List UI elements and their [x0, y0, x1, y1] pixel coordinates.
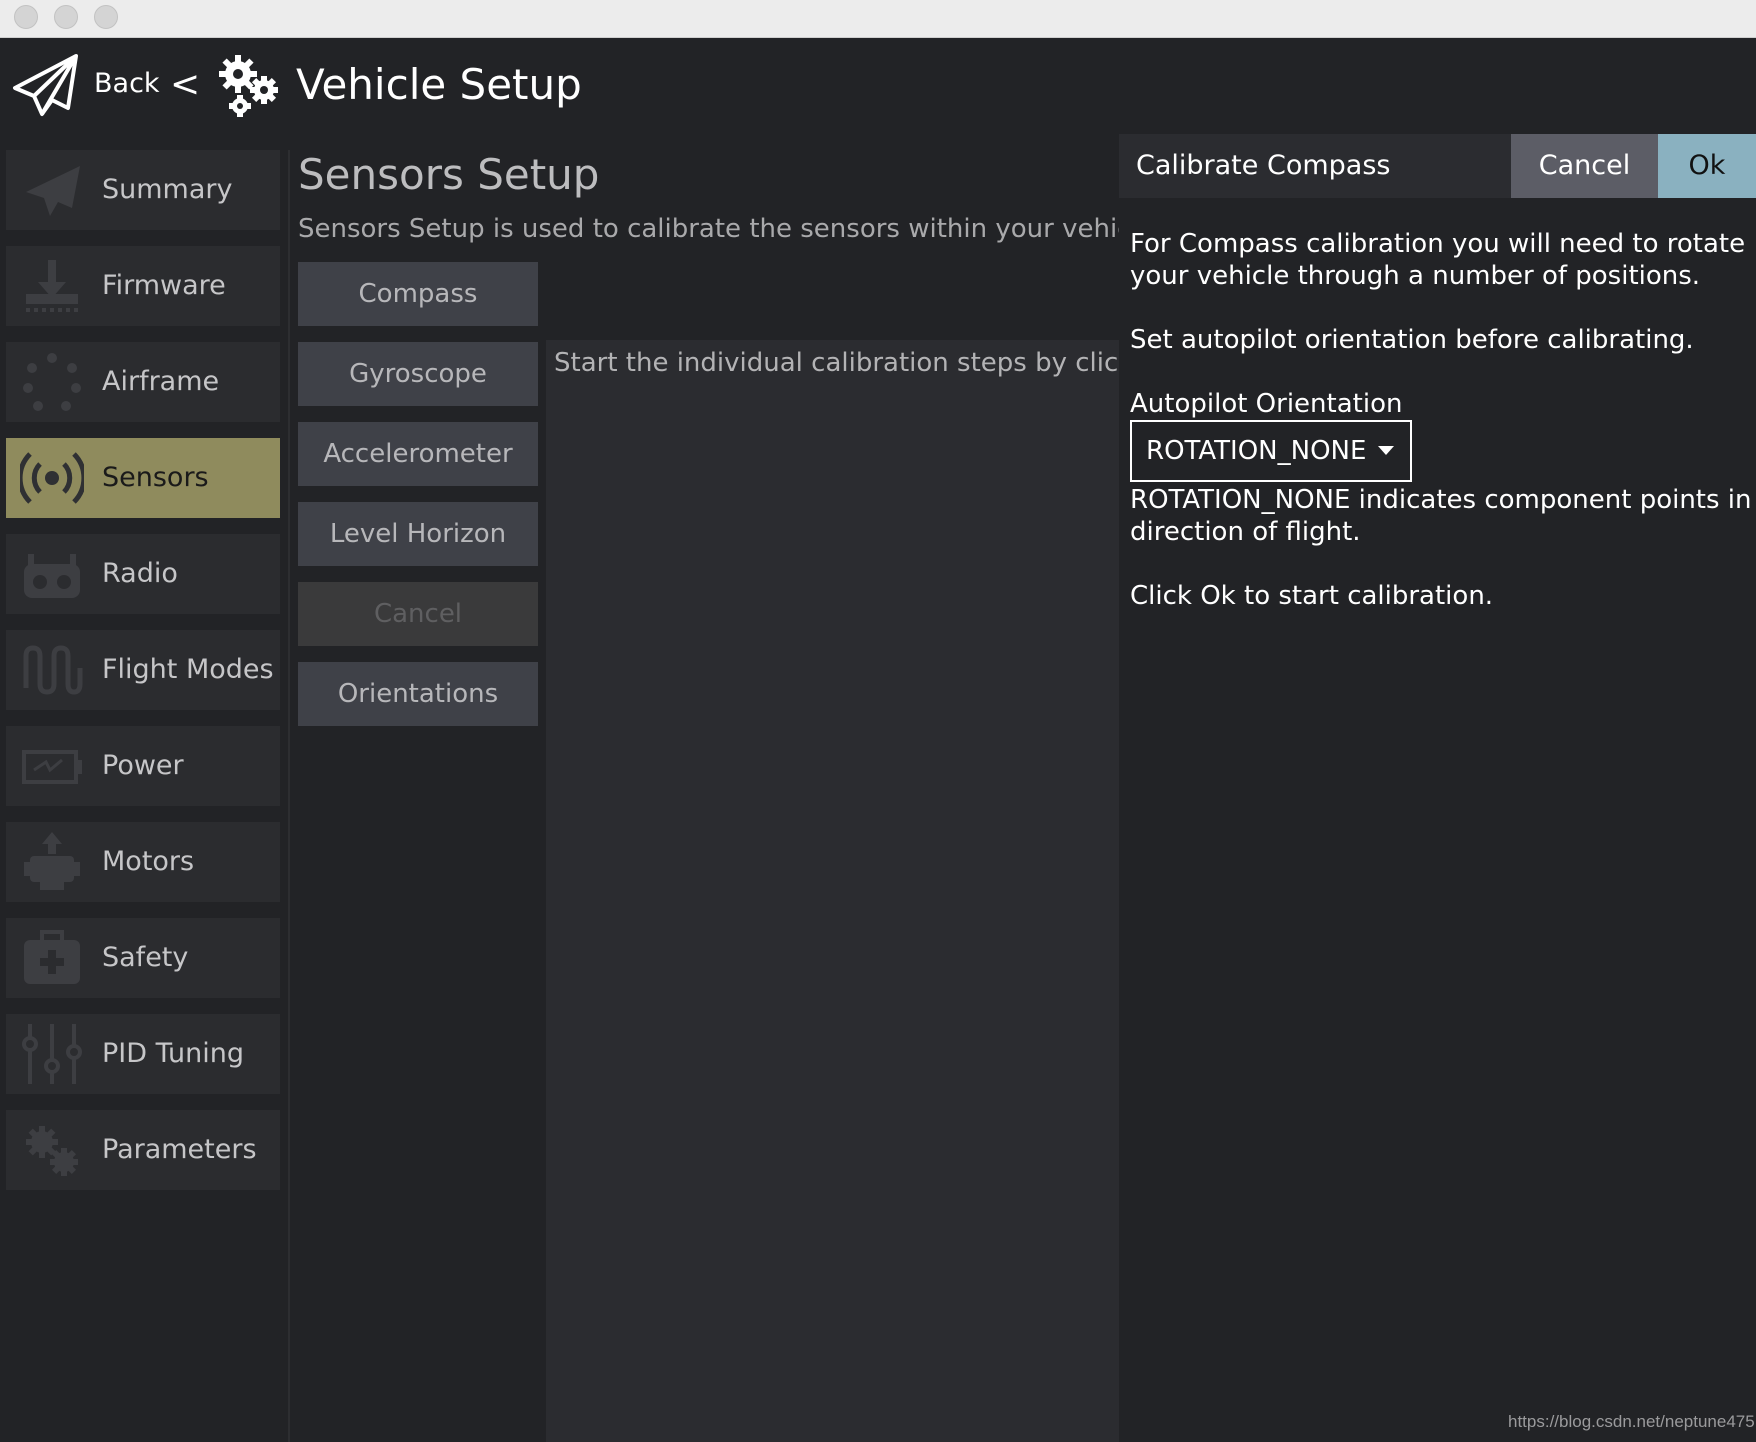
cancel-calibration-button: Cancel	[298, 582, 538, 646]
close-window-button[interactable]	[14, 5, 38, 29]
gyroscope-button[interactable]: Gyroscope	[298, 342, 538, 406]
airframe-icon	[23, 353, 81, 411]
sidebar-item-parameters[interactable]: Parameters	[6, 1110, 280, 1190]
battery-icon	[22, 750, 82, 784]
sidebar-item-label: Motors	[102, 846, 195, 877]
first-aid-icon	[24, 930, 80, 984]
sidebar-item-label: Radio	[102, 558, 178, 589]
compass-button[interactable]: Compass	[298, 262, 538, 326]
dialog-title: Calibrate Compass	[1136, 150, 1391, 181]
section-title: Sensors Setup	[298, 150, 600, 199]
sidebar-item-label: Firmware	[102, 270, 226, 301]
sidebar-item-label: Flight Modes	[102, 654, 274, 685]
sidebar-item-sensors[interactable]: Sensors	[6, 438, 280, 518]
orientation-note-line: direction of flight.	[1130, 517, 1361, 547]
sidebar-item-label: PID Tuning	[102, 1038, 244, 1069]
caret-down-icon	[1378, 446, 1394, 455]
orientation-label: Autopilot Orientation	[1130, 389, 1403, 419]
minimize-window-button[interactable]	[54, 5, 78, 29]
broadcast-icon	[20, 452, 84, 504]
sidebar-item-pid-tuning[interactable]: PID Tuning	[6, 1014, 280, 1094]
sidebar-item-airframe[interactable]: Airframe	[6, 342, 280, 422]
radio-icon	[24, 554, 80, 598]
wave-icon	[23, 645, 83, 695]
calibration-instructions: Start the individual calibration steps b…	[554, 348, 1120, 378]
page-title: Vehicle Setup	[296, 60, 582, 109]
back-button[interactable]: Back	[94, 68, 160, 99]
download-icon	[26, 260, 78, 312]
app-header: Back < Vehicle Setup	[0, 38, 1756, 134]
sidebar-item-power[interactable]: Power	[6, 726, 280, 806]
dialog-instruction-line: For Compass calibration you will need to…	[1130, 229, 1746, 259]
gears-icon	[219, 55, 278, 117]
sidebar-item-label: Parameters	[102, 1134, 257, 1165]
sidebar-divider	[288, 150, 290, 1442]
sidebar-item-safety[interactable]: Safety	[6, 918, 280, 998]
paper-plane-icon	[26, 166, 80, 216]
sidebar-item-firmware[interactable]: Firmware	[6, 246, 280, 326]
sidebar-item-label: Power	[102, 750, 184, 781]
dialog-instruction-line: your vehicle through a number of positio…	[1130, 261, 1701, 291]
sidebar-item-summary[interactable]: Summary	[6, 150, 280, 230]
orientation-note-line: ROTATION_NONE indicates component points…	[1130, 485, 1752, 515]
gears-icon	[26, 1126, 78, 1176]
dialog-orientation-hint: Set autopilot orientation before calibra…	[1130, 325, 1694, 355]
paper-plane-icon[interactable]	[12, 52, 80, 118]
orientations-button[interactable]: Orientations	[298, 662, 538, 726]
zoom-window-button[interactable]	[94, 5, 118, 29]
motor-icon	[24, 832, 80, 890]
sidebar-item-label: Safety	[102, 942, 189, 973]
orientation-selected-value: ROTATION_NONE	[1146, 436, 1367, 466]
breadcrumb-separator: <	[170, 64, 201, 105]
sidebar-item-motors[interactable]: Motors	[6, 822, 280, 902]
accelerometer-button[interactable]: Accelerometer	[298, 422, 538, 486]
window-titlebar	[0, 0, 1756, 38]
sliders-icon	[22, 1024, 82, 1084]
start-calibration-hint: Click Ok to start calibration.	[1130, 581, 1494, 611]
sidebar: Summary Firmware Airframe Sensors Radio …	[0, 134, 288, 1442]
sidebar-item-label: Summary	[102, 174, 233, 205]
dialog-cancel-button[interactable]: Cancel	[1511, 134, 1658, 198]
orientation-dropdown[interactable]: ROTATION_NONE	[1130, 420, 1412, 482]
sidebar-item-radio[interactable]: Radio	[6, 534, 280, 614]
calibration-area	[546, 340, 1120, 1442]
sidebar-item-flight-modes[interactable]: Flight Modes	[6, 630, 280, 710]
sidebar-item-label: Sensors	[102, 462, 209, 493]
level-horizon-button[interactable]: Level Horizon	[298, 502, 538, 566]
sidebar-item-label: Airframe	[102, 366, 220, 397]
watermark: https://blog.csdn.net/neptune4751	[1508, 1412, 1756, 1431]
dialog-ok-button[interactable]: Ok	[1658, 134, 1756, 198]
section-description: Sensors Setup is used to calibrate the s…	[298, 214, 1120, 244]
